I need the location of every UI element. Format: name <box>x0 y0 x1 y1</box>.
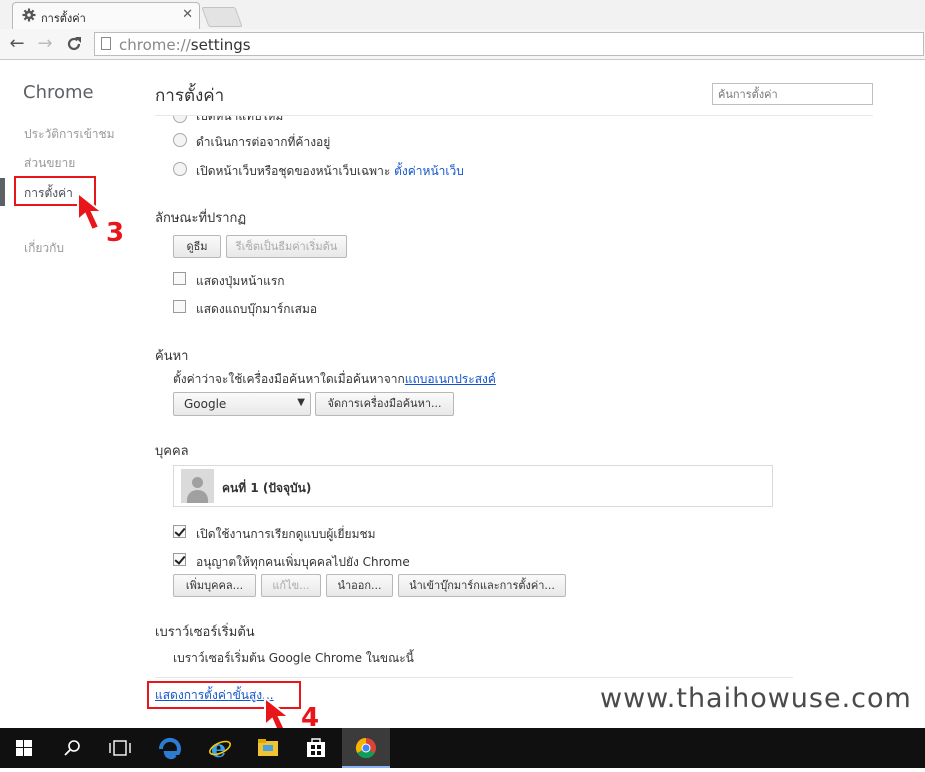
people-heading: บุคคล <box>155 444 189 459</box>
search-description: ตั้งค่าว่าจะใช้เครื่องมือค้นหาใดเมื่อค้น… <box>173 372 496 386</box>
show-home-checkbox[interactable] <box>173 272 186 285</box>
startup-radio-continue[interactable] <box>173 133 187 147</box>
add-anyone-label: อนุญาตให้ทุกคนเพิ่มบุคคลไปยัง Chrome <box>196 555 410 569</box>
sidebar-item-extensions[interactable]: ส่วนขยาย <box>24 154 75 173</box>
close-tab-icon[interactable]: ✕ <box>182 7 193 22</box>
reset-theme-button[interactable]: รีเซ็ตเป็นธีมค่าเริ่มต้น <box>226 235 347 258</box>
show-home-label: แสดงปุ่มหน้าแรก <box>196 274 285 288</box>
startup-radio-new-tab[interactable] <box>173 116 187 123</box>
search-engine-select[interactable]: Google ▼ <box>173 392 311 416</box>
forward-icon[interactable]: → <box>34 32 56 56</box>
tab-title: การตั้งค่า <box>41 12 86 25</box>
import-bookmarks-button[interactable]: นำเข้าบุ๊กมาร์กและการตั้งค่า... <box>398 574 566 597</box>
search-heading: ค้นหา <box>155 349 189 364</box>
search-settings-input[interactable] <box>712 83 873 105</box>
address-bar[interactable]: chrome://settings <box>94 32 924 56</box>
store-icon[interactable] <box>292 728 340 768</box>
add-anyone-checkbox[interactable] <box>173 553 186 566</box>
sidebar-item-about[interactable]: เกี่ยวกับ <box>24 239 64 258</box>
startup-label-new-tab: เปิดหน้าแท็บใหม่ <box>196 116 284 123</box>
footer-divider <box>155 677 793 678</box>
omnibox-link[interactable]: แถบอเนกประสงค์ <box>405 372 496 386</box>
tab-settings[interactable]: การตั้งค่า ✕ <box>12 2 200 29</box>
taskbar: e <box>0 728 925 768</box>
new-tab-button[interactable] <box>201 7 243 27</box>
svg-text:e: e <box>211 734 226 763</box>
get-themes-button[interactable]: ดูธีม <box>173 235 221 258</box>
gear-icon <box>22 8 36 22</box>
set-pages-link[interactable]: ตั้งค่าหน้าเว็บ <box>394 164 464 178</box>
toolbar: ← → chrome://settings <box>0 29 925 60</box>
show-bookmarks-checkbox[interactable] <box>173 300 186 313</box>
appearance-heading: ลักษณะที่ปรากฏ <box>155 211 247 226</box>
tab-strip: การตั้งค่า ✕ <box>0 0 925 29</box>
startup-label-specific: เปิดหน้าเว็บหรือชุดของหน้าเว็บเฉพาะ ตั้ง… <box>196 164 464 178</box>
remove-person-button[interactable]: นำออก... <box>326 574 393 597</box>
chrome-icon[interactable] <box>342 728 390 768</box>
sidebar-selection-indicator <box>0 178 5 206</box>
file-explorer-icon[interactable] <box>244 728 292 768</box>
add-person-button[interactable]: เพิ่มบุคคล... <box>173 574 256 597</box>
profile-list[interactable]: คนที่ 1 (ปัจจุบัน) <box>173 465 773 507</box>
sidebar-item-history[interactable]: ประวัติการเข้าชม <box>24 125 115 144</box>
default-browser-status: เบราว์เซอร์เริ่มต้น Google Chrome ในขณะน… <box>173 651 414 665</box>
show-bookmarks-label: แสดงแถบบุ๊กมาร์กเสมอ <box>196 302 318 316</box>
manage-search-engines-button[interactable]: จัดการเครื่องมือค้นหา... <box>315 392 454 416</box>
edit-person-button[interactable]: แก้ไข... <box>261 574 321 597</box>
reload-icon[interactable] <box>65 35 83 53</box>
page-icon <box>101 37 111 50</box>
profile-name: คนที่ 1 (ปัจจุบัน) <box>222 481 312 495</box>
startup-option-clipped: เปิดหน้าแท็บใหม่ <box>155 116 875 124</box>
sidebar-brand: Chrome <box>23 82 94 103</box>
guest-browsing-checkbox[interactable] <box>173 525 186 538</box>
edge-icon[interactable] <box>146 728 194 768</box>
dropdown-arrow-icon: ▼ <box>297 397 305 408</box>
internet-explorer-icon[interactable]: e <box>196 728 244 768</box>
startup-radio-specific[interactable] <box>173 162 187 176</box>
guest-browsing-label: เปิดใช้งานการเรียกดูแบบผู้เยี่ยมชม <box>196 527 376 541</box>
url-text: chrome://settings <box>119 36 251 54</box>
task-view-icon[interactable] <box>96 728 144 768</box>
back-icon[interactable]: ← <box>6 32 28 56</box>
search-icon[interactable] <box>48 728 96 768</box>
default-browser-heading: เบราว์เซอร์เริ่มต้น <box>155 625 255 640</box>
windows-start-icon[interactable] <box>0 728 48 768</box>
step-number-3: 3 <box>106 218 125 248</box>
startup-label-continue: ดำเนินการต่อจากที่ค้างอยู่ <box>196 135 331 149</box>
avatar <box>181 469 214 503</box>
page-title: การตั้งค่า <box>155 86 225 106</box>
watermark: www.thaihowuse.com <box>600 683 912 714</box>
